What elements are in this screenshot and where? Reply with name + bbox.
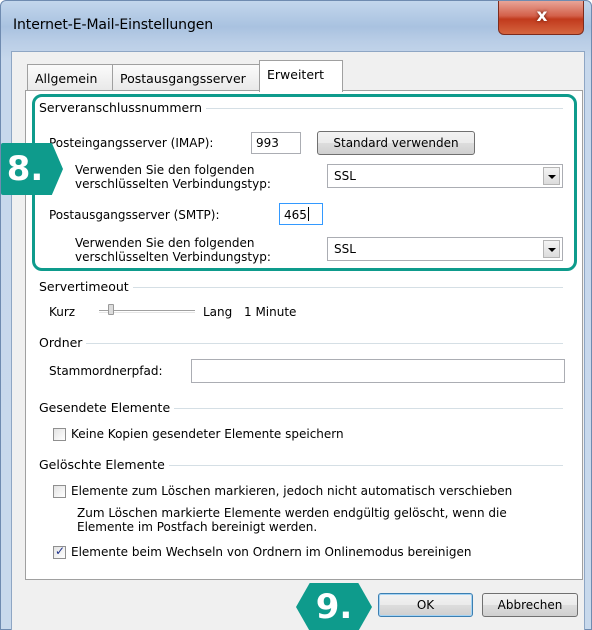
root-folder-label: Stammordnerpfad:	[49, 364, 163, 378]
tab-erweitert[interactable]: Erweitert	[259, 60, 343, 92]
step-8-badge: 8.	[1, 143, 63, 195]
timeout-value: 1 Minute	[244, 305, 297, 319]
close-button[interactable]: x	[498, 1, 584, 35]
purge-label[interactable]: Elemente beim Wechseln von Ordnern im On…	[71, 545, 471, 559]
root-folder-field[interactable]	[191, 359, 565, 383]
group-label-sent: Gesendete Elemente	[39, 400, 175, 415]
group-line-folder	[41, 343, 563, 344]
purge-checkbox[interactable]	[53, 544, 66, 559]
title-bar[interactable]: Internet-E-Mail-Einstellungen x	[1, 1, 592, 51]
ok-button[interactable]: OK	[378, 593, 473, 617]
mark-delete-checkbox[interactable]	[53, 485, 66, 498]
group-label-folder: Ordner	[39, 335, 87, 350]
dialog-window: Internet-E-Mail-Einstellungen x Allgemei…	[0, 0, 592, 630]
timeout-short-label: Kurz	[49, 305, 76, 319]
window-title: Internet-E-Mail-Einstellungen	[13, 17, 214, 33]
group-label-timeout: Servertimeout	[39, 279, 133, 294]
tab-allgemein[interactable]: Allgemein	[27, 64, 113, 90]
timeout-long-label: Lang	[203, 305, 233, 319]
mark-delete-label[interactable]: Elemente zum Löschen markieren, jedoch n…	[71, 484, 512, 498]
group-label-deleted: Gelöschte Elemente	[39, 457, 169, 472]
tab-postausgangsserver[interactable]: Postausgangsserver	[112, 64, 260, 90]
step-highlight-frame	[32, 94, 577, 271]
close-icon: x	[536, 6, 548, 26]
step-9-badge: 9.	[296, 583, 372, 630]
mark-delete-note: Zum Löschen markierte Elemente werden en…	[77, 506, 507, 534]
no-copies-label[interactable]: Keine Kopien gesendeter Elemente speiche…	[71, 427, 344, 441]
no-copies-checkbox[interactable]	[53, 428, 66, 441]
timeout-slider-thumb[interactable]	[108, 304, 114, 315]
cancel-button[interactable]: Abbrechen	[482, 593, 578, 617]
